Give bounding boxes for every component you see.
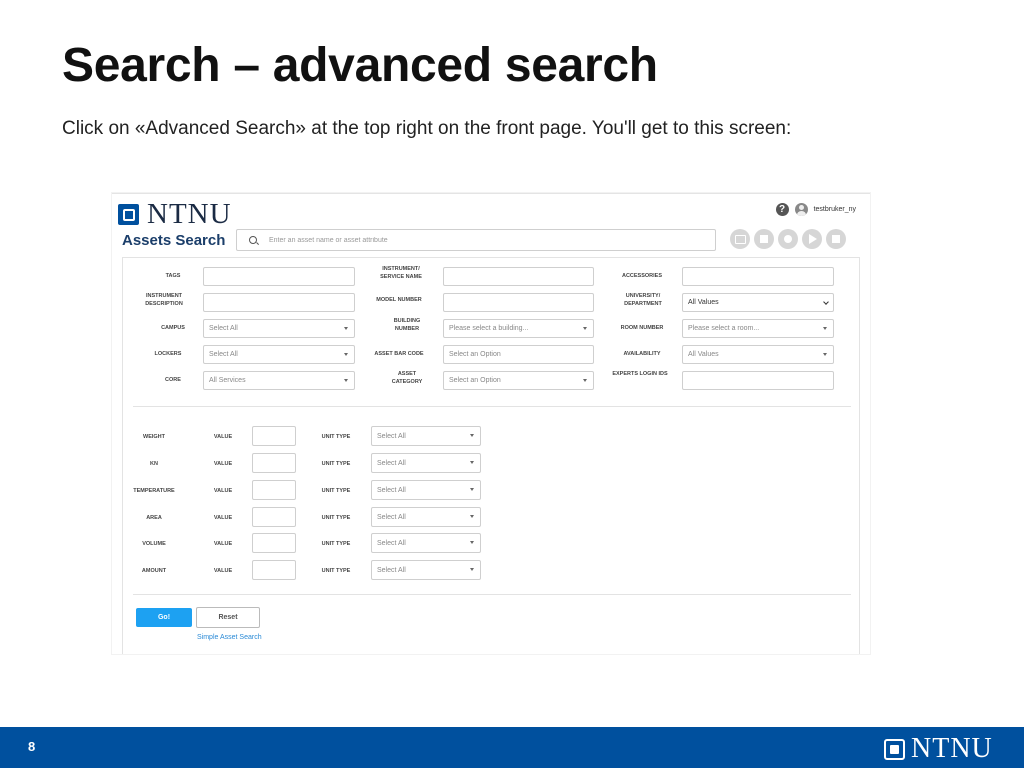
availability-select[interactable]: All Values	[682, 345, 834, 364]
asset-search-bar[interactable]	[236, 229, 716, 251]
measure-label-amount: AMOUNT	[141, 568, 167, 574]
model-number-input[interactable]	[443, 293, 594, 312]
footer-ntnu-logo: NTNU	[884, 733, 993, 765]
ntnu-logo-icon	[118, 204, 139, 225]
square-icon[interactable]	[826, 229, 846, 249]
unit-type-label: UNIT TYPE	[321, 515, 351, 521]
model-number-label: MODEL NUMBER	[376, 297, 422, 303]
measure-value-label: VALUE	[213, 434, 233, 440]
campus-select[interactable]: Select All	[203, 319, 355, 338]
assets-search-title: Assets Search	[122, 232, 226, 249]
slide-footer: 8 NTNU	[0, 727, 1024, 768]
page-number: 8	[28, 739, 36, 754]
room-number-select[interactable]: Please select a room...	[682, 319, 834, 338]
measure-label-weight: WEIGHT	[143, 434, 165, 440]
building-number-select[interactable]: Please select a building...	[443, 319, 594, 338]
user-menu: ? testbruker_ny	[775, 203, 856, 216]
availability-label: AVAILABILITY	[623, 351, 661, 357]
asset-bar-code-input[interactable]: Select an Option	[443, 345, 594, 364]
building-number-label: BUILDING NUMBER	[393, 318, 421, 332]
username-link[interactable]: testbruker_ny	[814, 206, 856, 213]
action-icons	[730, 229, 846, 249]
kn-value-input[interactable]	[252, 453, 296, 473]
instrument-service-name-label: INSTRUMENT/ SERVICE NAME	[380, 266, 422, 280]
measure-label-volume: VOLUME	[142, 541, 166, 547]
accessories-label: ACCESSORIES	[621, 273, 663, 279]
university-department-select[interactable]: All Values	[682, 293, 834, 312]
user-icon[interactable]	[794, 203, 808, 216]
core-label: CORE	[165, 377, 181, 383]
lockers-label: LOCKERS	[154, 351, 182, 357]
reset-button[interactable]: Reset	[196, 607, 260, 628]
instrument-description-label: INSTRUMENT DESCRIPTION	[145, 293, 183, 307]
volume-value-input[interactable]	[252, 533, 296, 553]
area-value-input[interactable]	[252, 507, 296, 527]
kn-unit-select[interactable]: Select All	[371, 453, 481, 473]
ntnu-logo-text: NTNU	[147, 198, 232, 230]
unit-type-label: UNIT TYPE	[321, 434, 351, 440]
ntnu-logo-icon	[884, 738, 905, 760]
instrument-service-name-input[interactable]	[443, 267, 594, 286]
lockers-select[interactable]: Select All	[203, 345, 355, 364]
footer-logo-text: NTNU	[911, 733, 993, 764]
measure-label-temperature: TEMPERATURE	[133, 488, 175, 494]
asset-category-select[interactable]: Select an Option	[443, 371, 594, 390]
share-icon[interactable]	[730, 229, 750, 249]
experts-login-ids-label: EXPERTS LOGIN IDS	[612, 371, 668, 377]
room-number-label: ROOM NUMBER	[620, 325, 664, 331]
asset-category-label: ASSET CATEGORY	[391, 371, 423, 385]
amount-unit-select[interactable]: Select All	[371, 560, 481, 580]
weight-value-input[interactable]	[252, 426, 296, 446]
measure-label-area: AREA	[146, 515, 162, 521]
help-icon[interactable]: ?	[775, 203, 789, 216]
form-divider	[133, 406, 851, 407]
core-select[interactable]: All Services	[203, 371, 355, 390]
area-unit-select[interactable]: Select All	[371, 507, 481, 527]
search-icon	[249, 236, 257, 244]
weight-unit-select[interactable]: Select All	[371, 426, 481, 446]
slide-title: Search – advanced search	[62, 39, 658, 92]
stop-icon[interactable]	[754, 229, 774, 249]
tags-label: TAGS	[165, 273, 181, 279]
measure-value-label: VALUE	[213, 515, 233, 521]
slide-subtitle: Click on «Advanced Search» at the top ri…	[62, 118, 792, 139]
temperature-unit-select[interactable]: Select All	[371, 480, 481, 500]
unit-type-label: UNIT TYPE	[321, 488, 351, 494]
clock-icon[interactable]	[778, 229, 798, 249]
app-screenshot: NTNU ? testbruker_ny Assets Search TAGS …	[112, 193, 870, 654]
unit-type-label: UNIT TYPE	[321, 541, 351, 547]
asset-search-input[interactable]	[267, 235, 691, 245]
ntnu-logo[interactable]: NTNU	[118, 198, 232, 231]
instrument-description-input[interactable]	[203, 293, 355, 312]
unit-type-label: UNIT TYPE	[321, 461, 351, 467]
measure-value-label: VALUE	[213, 461, 233, 467]
campus-label: CAMPUS	[161, 325, 185, 331]
accessories-input[interactable]	[682, 267, 834, 286]
measure-value-label: VALUE	[213, 568, 233, 574]
go-button[interactable]: Go!	[136, 608, 192, 627]
form-divider	[133, 594, 851, 595]
unit-type-label: UNIT TYPE	[321, 568, 351, 574]
university-department-label: UNIVERSITY/ DEPARTMENT	[624, 293, 662, 307]
play-icon[interactable]	[802, 229, 822, 249]
amount-value-input[interactable]	[252, 560, 296, 580]
volume-unit-select[interactable]: Select All	[371, 533, 481, 553]
simple-asset-search-link[interactable]: Simple Asset Search	[197, 634, 262, 641]
measure-value-label: VALUE	[213, 488, 233, 494]
advanced-search-form: TAGS INSTRUMENT/ SERVICE NAME ACCESSORIE…	[122, 257, 860, 654]
asset-bar-code-label: ASSET BAR CODE	[374, 351, 424, 357]
temperature-value-input[interactable]	[252, 480, 296, 500]
measure-value-label: VALUE	[213, 541, 233, 547]
measure-label-kn: KN	[150, 461, 158, 467]
experts-login-ids-input[interactable]	[682, 371, 834, 390]
tags-input[interactable]	[203, 267, 355, 286]
